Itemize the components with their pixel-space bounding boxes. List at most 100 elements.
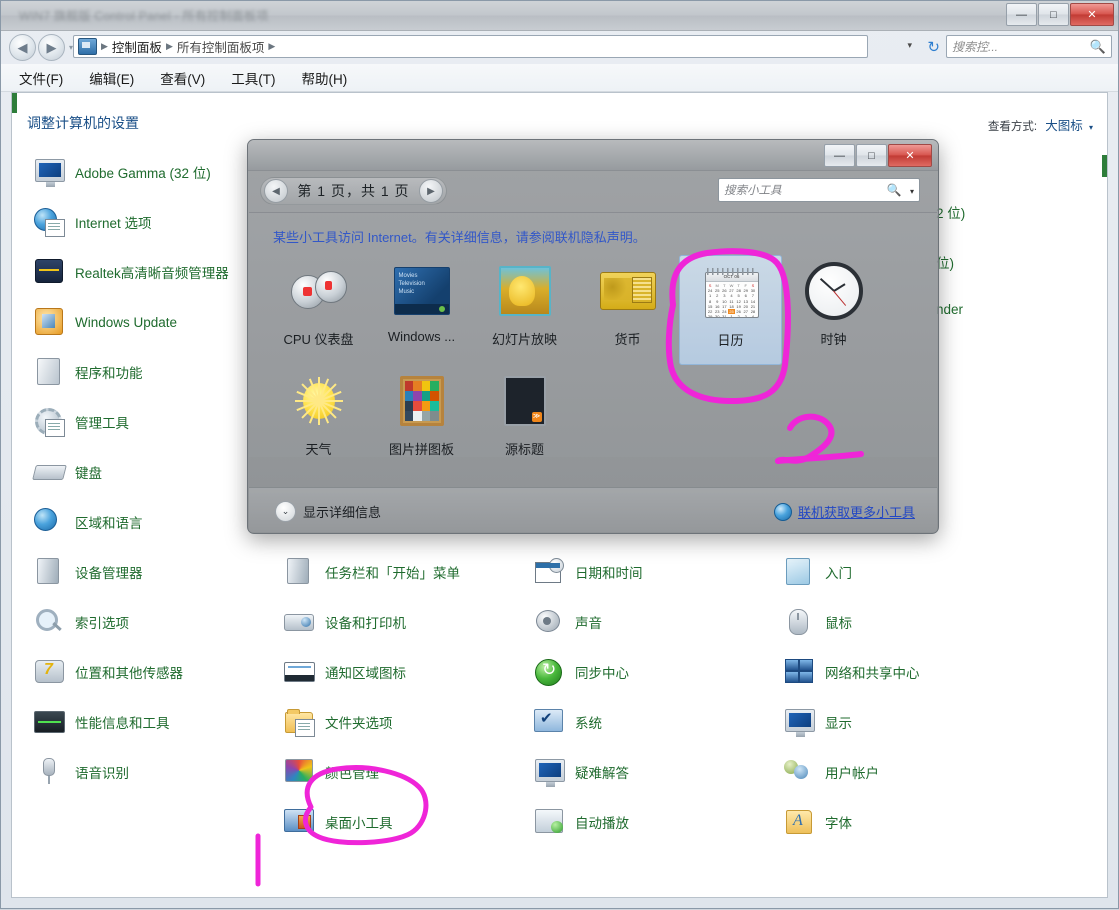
chevron-down-icon: ⌄ (275, 501, 296, 522)
cp-item-sound[interactable]: 声音 (532, 597, 782, 647)
search-placeholder: 搜索控... (952, 40, 999, 54)
cp-item-troubleshooting[interactable]: 疑难解答 (532, 747, 782, 797)
gadget-picture-puzzle[interactable]: 图片拼图板 (370, 365, 473, 475)
cp-item-label: 网络和共享中心 (825, 666, 920, 681)
breadcrumb[interactable]: ▶ 控制面板 ▶ 所有控制面板项 ▶ (73, 35, 868, 58)
cp-item-realtek-audio[interactable]: Realtek高清晰音频管理器 (32, 247, 282, 297)
cp-item-fonts[interactable]: 字体 (782, 797, 1032, 847)
get-more-gadgets-link[interactable]: 联机获取更多小工具 (773, 502, 915, 521)
cp-item-devices-printers[interactable]: 设备和打印机 (282, 597, 532, 647)
pager-prev-button[interactable]: ◀ (264, 179, 288, 203)
cp-item-location-sensors[interactable]: 位置和其他传感器 (32, 647, 282, 697)
maximize-button[interactable]: □ (1038, 3, 1069, 26)
cp-item-date-time[interactable]: 日期和时间 (532, 547, 782, 597)
internet-options-icon (32, 206, 66, 238)
cp-item-display[interactable]: 显示 (782, 697, 1032, 747)
cp-item-windows-update[interactable]: Windows Update (32, 297, 282, 347)
close-button[interactable]: ✕ (1070, 3, 1114, 26)
windows-media-center-icon: Movies Television Music (392, 261, 452, 321)
cp-item-network-sharing[interactable]: 网络和共享中心 (782, 647, 1032, 697)
cp-item-internet-options[interactable]: Internet 选项 (32, 197, 282, 247)
cp-item-color-management[interactable]: 颜色管理 (282, 747, 532, 797)
menu-item-view[interactable]: 查看(V) (160, 68, 205, 88)
cp-item-keyboard[interactable]: 键盘 (32, 447, 282, 497)
cp-item-admin-tools[interactable]: 管理工具 (32, 397, 282, 447)
cp-item-device-manager[interactable]: 设备管理器 (32, 547, 282, 597)
menu-item-edit[interactable]: 编辑(E) (89, 68, 134, 88)
gadget-currency[interactable]: 货币 (576, 255, 679, 365)
gadget-weather[interactable]: 天气 (267, 365, 370, 475)
chevron-down-icon[interactable]: ▾ (1089, 123, 1093, 132)
desktop-gadgets-icon (282, 806, 316, 838)
minimize-button[interactable]: — (1006, 3, 1037, 26)
cp-item-label: 语音识别 (75, 766, 129, 781)
breadcrumb-item-0[interactable]: 控制面板 (109, 37, 165, 56)
cp-item-user-accounts[interactable]: 用户帐户 (782, 747, 1032, 797)
gadget-windows-media-center[interactable]: Movies Television Music Windows ... (370, 255, 473, 365)
gadget-label: 时钟 (820, 332, 847, 347)
date-time-icon (532, 556, 566, 588)
menu-item-file[interactable]: 文件(F) (19, 68, 63, 88)
gadget-minimize-button[interactable]: — (824, 144, 855, 167)
gadget-search-input[interactable]: 搜索小工具 🔍 ▾ (718, 178, 920, 202)
control-panel-column-1: Adobe Gamma (32 位) Internet 选项 Realtek高清… (32, 147, 282, 797)
cp-item-notification-area[interactable]: 通知区域图标 (282, 647, 532, 697)
sync-center-icon (532, 656, 566, 688)
cp-item-sync-center[interactable]: 同步中心 (532, 647, 782, 697)
cp-item-region-language[interactable]: 区域和语言 (32, 497, 282, 547)
search-input[interactable]: 搜索控... 🔍 (946, 35, 1112, 58)
gadget-clock[interactable]: 时钟 (782, 255, 885, 365)
desktop-gadgets-dialog: — □ ✕ ◀ 第 1 页，共 1 页 ▶ 搜索小工具 🔍 ▾ 某些小工具访问 … (247, 139, 939, 534)
cp-item-speech-recognition[interactable]: 语音识别 (32, 747, 282, 797)
gadget-feed-headlines[interactable]: ≫ 源标题 (473, 365, 576, 475)
cp-item-mouse[interactable]: 鼠标 (782, 597, 1032, 647)
gadget-close-button[interactable]: ✕ (888, 144, 932, 167)
calendar-thumb-grid: S M T W T F S 24 25 26 27 28 29 30 1 2 3 4 5 6 7 8 9 10 11 12 13 14… (707, 283, 756, 318)
address-bar: ◀ ▶ ▾ ▶ 控制面板 ▶ 所有控制面板项 ▶ ▾ ↻ 搜索控... 🔍 (1, 31, 1118, 63)
clock-icon (804, 261, 864, 321)
cp-item-label: Internet 选项 (75, 216, 152, 231)
gadget-slideshow[interactable]: 幻灯片放映 (473, 255, 576, 365)
cp-item-system[interactable]: 系统 (532, 697, 782, 747)
forward-button[interactable]: ▶ (38, 34, 65, 61)
privacy-notice[interactable]: 某些小工具访问 Internet。有关详细信息，请参阅联机隐私声明。 (273, 227, 646, 246)
cp-item-folder-options[interactable]: 文件夹选项 (282, 697, 532, 747)
cp-item-programs-features[interactable]: 程序和功能 (32, 347, 282, 397)
page-title: 调整计算机的设置 (27, 115, 139, 131)
cp-item-adobe-gamma[interactable]: Adobe Gamma (32 位) (32, 147, 282, 197)
cp-item-autoplay[interactable]: 自动播放 (532, 797, 782, 847)
gadget-maximize-button[interactable]: □ (856, 144, 887, 167)
devices-printers-icon (282, 606, 316, 638)
gadget-cpu-meter[interactable]: CPU 仪表盘 (267, 255, 370, 365)
back-button[interactable]: ◀ (9, 34, 36, 61)
cp-item-indexing-options[interactable]: 索引选项 (32, 597, 282, 647)
display-icon (782, 706, 816, 738)
window-title: WIN7 旗舰版 Control Panel - 所有控制面板项 (19, 9, 269, 23)
view-by-control[interactable]: 查看方式: 大图标 ▾ (988, 115, 1093, 134)
cp-item-label: 设备和打印机 (325, 616, 406, 631)
gadget-search-caret-icon[interactable]: ▾ (910, 187, 914, 196)
address-dropdown-caret-icon[interactable]: ▾ (907, 40, 912, 51)
get-more-gadgets-label: 联机获取更多小工具 (797, 505, 915, 520)
gadget-calendar[interactable]: OCT 06 S M T W T F S 24 25 26 27 28 29 30 1 2 3 4 5 6 7 8 9 10 1… (679, 255, 782, 365)
cp-item-label: 任务栏和「开始」菜单 (325, 566, 460, 581)
cp-item-label: 鼠标 (825, 616, 852, 631)
menu-item-tools[interactable]: 工具(T) (231, 68, 275, 88)
cp-item-label: 日期和时间 (575, 566, 643, 581)
troubleshooting-icon (532, 756, 566, 788)
view-by-value[interactable]: 大图标 (1045, 119, 1083, 133)
color-management-icon (282, 756, 316, 788)
menu-item-help[interactable]: 帮助(H) (302, 68, 348, 88)
cp-item-taskbar-startmenu[interactable]: 任务栏和「开始」菜单 (282, 547, 532, 597)
pager-next-button[interactable]: ▶ (418, 179, 443, 203)
cp-item-desktop-gadgets[interactable]: 桌面小工具 (282, 797, 532, 847)
cp-item-performance[interactable]: 性能信息和工具 (32, 697, 282, 747)
autoplay-icon (532, 806, 566, 838)
breadcrumb-item-1[interactable]: 所有控制面板项 (174, 37, 268, 56)
refresh-icon[interactable]: ↻ (927, 38, 940, 56)
cp-item-getting-started[interactable]: 入门 (782, 547, 1032, 597)
cp-item-label: 索引选项 (75, 616, 129, 631)
show-details-button[interactable]: ⌄ 显示详细信息 (275, 501, 381, 522)
gadget-dialog-titlebar: — □ ✕ (248, 140, 938, 171)
control-panel-column-3: 日期和时间 声音 同步中心 系统 疑难解答 (532, 547, 782, 847)
